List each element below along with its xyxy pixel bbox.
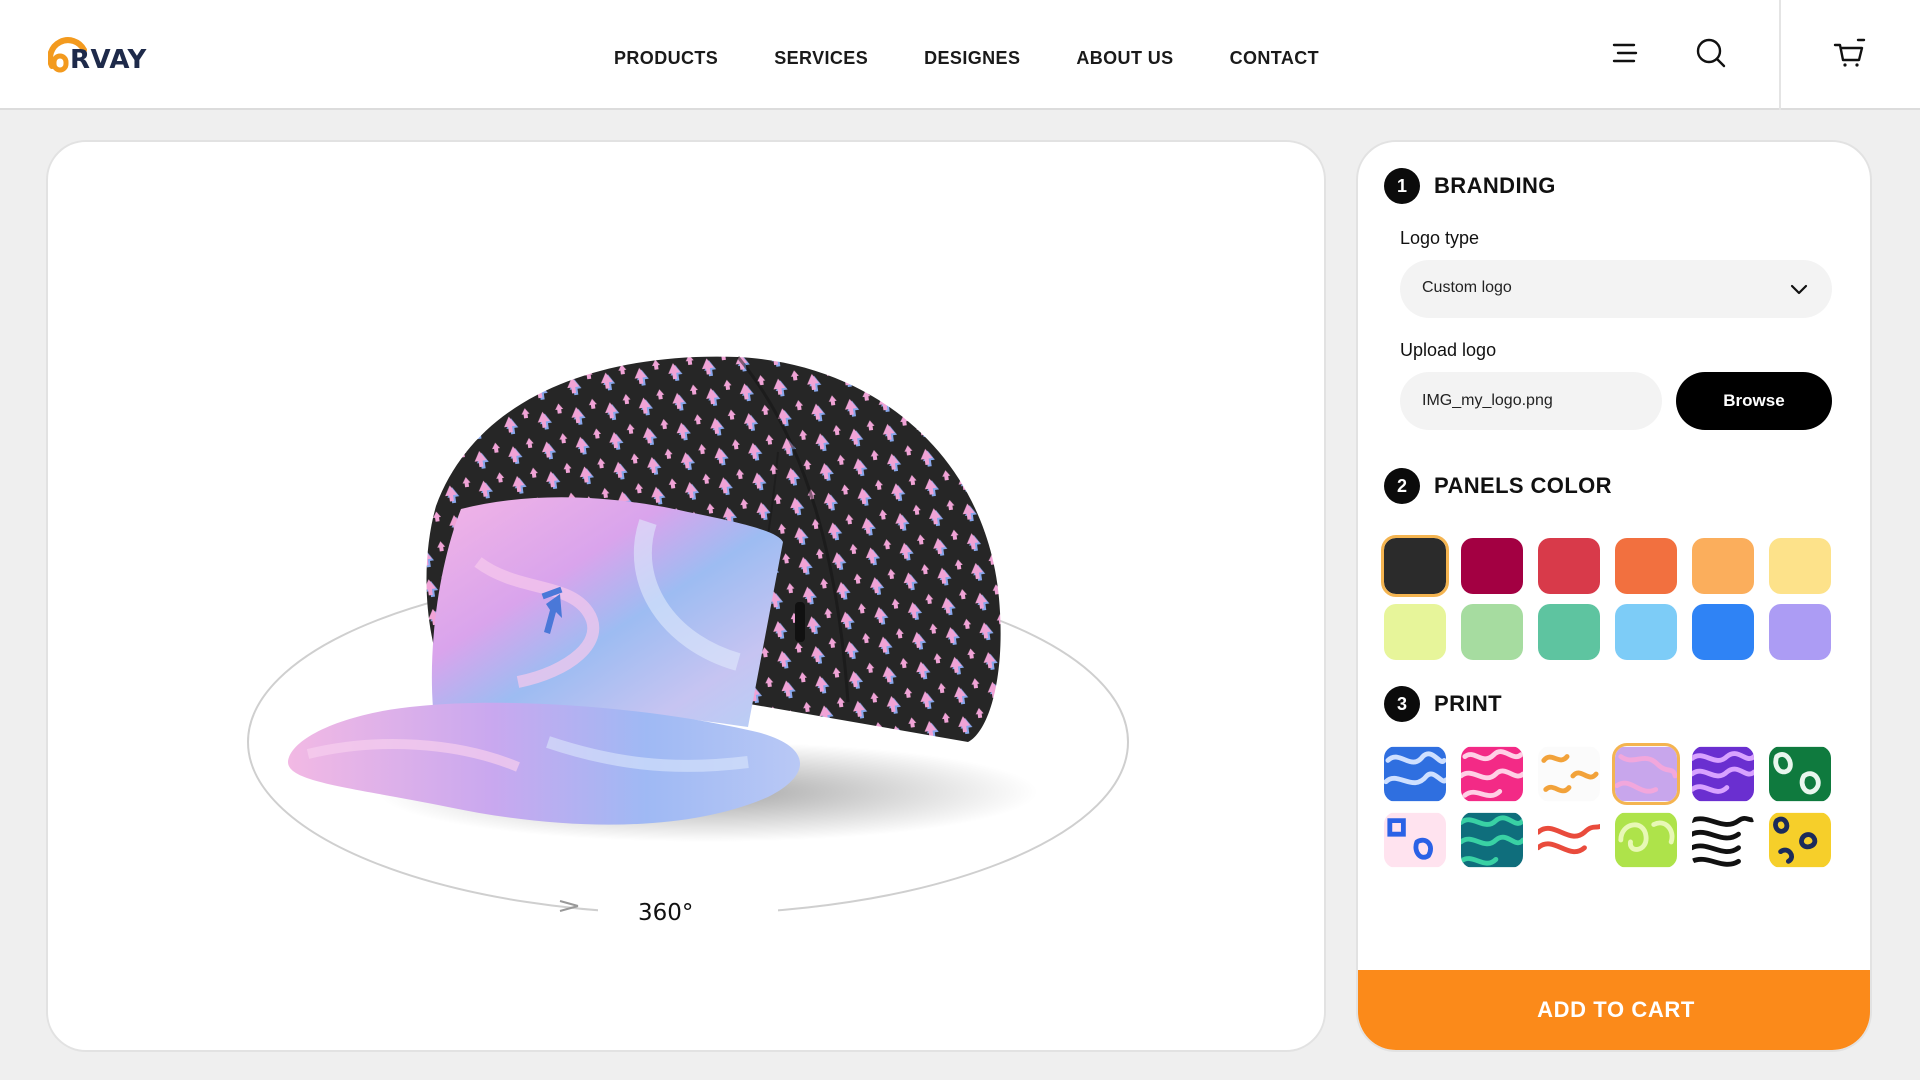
color-swatch[interactable] [1769, 604, 1831, 660]
logo-type-label: Logo type [1400, 228, 1480, 248]
upload-logo-input[interactable] [1400, 372, 1662, 430]
step-number: 2 [1384, 468, 1420, 504]
add-to-cart-button[interactable]: ADD TO CART [1358, 970, 1870, 1050]
cart-icon[interactable] [1832, 36, 1866, 70]
product-preview[interactable]: 360° [46, 140, 1326, 1052]
header-divider [1779, 0, 1781, 110]
customizer-panel: 1 BRANDING Logo type Custom logo Upload … [1356, 140, 1872, 1052]
print-pattern-pink-maze[interactable] [1461, 746, 1523, 802]
print-pattern-purple-waves[interactable] [1692, 746, 1754, 802]
logo-text: RVAY [70, 45, 147, 75]
print-pattern-pink-marble[interactable] [1612, 743, 1680, 805]
color-swatch[interactable] [1461, 538, 1523, 594]
nav-products[interactable]: PRODUCTS [614, 48, 718, 69]
color-swatch[interactable] [1461, 604, 1523, 660]
nav-services[interactable]: SERVICES [774, 48, 868, 69]
print-pattern-black-zebra[interactable] [1692, 812, 1754, 868]
logo-type-select[interactable]: Custom logo [1400, 260, 1832, 318]
step-number: 3 [1384, 686, 1420, 722]
print-pattern-green-blobs[interactable] [1769, 746, 1831, 802]
panels-color-section-title: 2 PANELS COLOR [1384, 468, 1612, 504]
main-nav: PRODUCTS SERVICES DESIGNES ABOUT US CONT… [614, 48, 1375, 69]
color-swatch[interactable] [1615, 604, 1677, 660]
section-title: PRINT [1434, 691, 1502, 716]
nav-designes[interactable]: DESIGNES [924, 48, 1020, 69]
branding-section-title: 1 BRANDING [1384, 168, 1556, 204]
color-swatch[interactable] [1615, 538, 1677, 594]
print-pattern-teal-waves[interactable] [1461, 812, 1523, 868]
print-pattern-colorful-squiggles[interactable] [1538, 746, 1600, 802]
print-section-title: 3 PRINT [1384, 686, 1502, 722]
color-swatch[interactable] [1384, 604, 1446, 660]
print-pattern-rainbow-lines[interactable] [1538, 812, 1600, 868]
upload-logo-label: Upload logo [1400, 340, 1497, 360]
color-swatch[interactable] [1692, 604, 1754, 660]
nav-contact[interactable]: CONTACT [1230, 48, 1319, 69]
section-title: PANELS COLOR [1434, 473, 1612, 498]
print-pattern-colorful-shapes[interactable] [1384, 812, 1446, 868]
search-icon[interactable] [1694, 36, 1728, 70]
color-swatch[interactable] [1538, 604, 1600, 660]
menu-icon[interactable] [1608, 36, 1642, 70]
print-pattern-blue-swirl[interactable] [1384, 746, 1446, 802]
color-swatch[interactable] [1692, 538, 1754, 594]
top-header: RVAY PRODUCTS SERVICES DESIGNES ABOUT US… [0, 0, 1920, 110]
section-title: BRANDING [1434, 173, 1556, 198]
color-swatch[interactable] [1769, 538, 1831, 594]
step-number: 1 [1384, 168, 1420, 204]
rotation-label: 360° [638, 900, 694, 926]
nav-about-us[interactable]: ABOUT US [1076, 48, 1173, 69]
chevron-down-icon [1790, 284, 1808, 295]
color-swatch[interactable] [1538, 538, 1600, 594]
browse-button[interactable]: Browse [1676, 372, 1832, 430]
logo-type-value: Custom logo [1422, 279, 1512, 296]
brand-logo[interactable]: RVAY [48, 36, 160, 76]
print-pattern-yellow-leopard[interactable] [1769, 812, 1831, 868]
print-pattern-lime-swirl[interactable] [1615, 812, 1677, 868]
color-swatch[interactable] [1381, 535, 1449, 597]
